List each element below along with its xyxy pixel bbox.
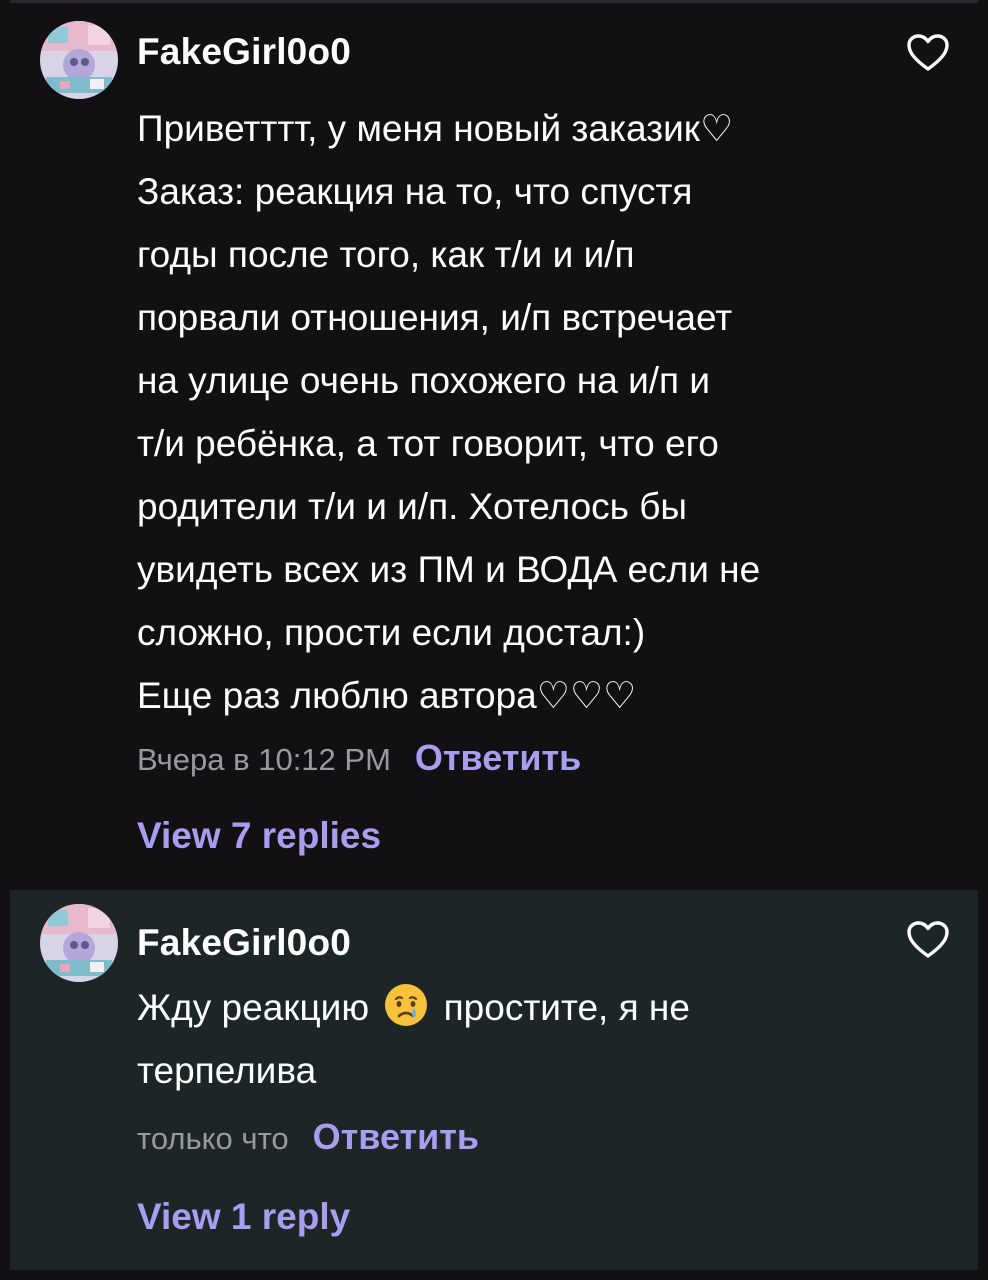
comment-line: увидеть всех из ПМ и ВОДА если не xyxy=(137,549,761,590)
comment-line: годы после того, как т/и и и/п xyxy=(137,234,635,275)
comment-meta: только что Ответить xyxy=(137,1116,479,1158)
comment-line: терпелива xyxy=(137,1050,317,1091)
comments-screen: FakeGirl0o0 Приветттт, у меня новый зака… xyxy=(0,0,988,1280)
comment-text: Жду реакцию простите, я не терпелива xyxy=(137,976,857,1102)
comment-line: Жду реакцию простите, я не xyxy=(137,976,857,1039)
comment-line: родители т/и и и/п. Хотелось бы xyxy=(137,486,688,527)
avatar[interactable] xyxy=(40,904,118,982)
comment-text-part: простите, я не xyxy=(443,987,690,1028)
avatar[interactable] xyxy=(40,21,118,99)
comment-text-part: Жду реакцию xyxy=(137,987,370,1028)
heart-icon[interactable] xyxy=(906,920,950,960)
view-replies-button[interactable]: View 7 replies xyxy=(137,815,381,857)
heart-icon[interactable] xyxy=(906,33,950,73)
comment-text: Приветттт, у меня новый заказик♡ Заказ: … xyxy=(137,97,857,727)
username[interactable]: FakeGirl0o0 xyxy=(137,30,351,74)
comment-item-highlighted: FakeGirl0o0 Жду реакцию простите, я не т… xyxy=(10,890,978,1270)
reply-button[interactable]: Ответить xyxy=(313,1116,479,1158)
comment-item: FakeGirl0o0 Приветттт, у меня новый зака… xyxy=(10,3,978,886)
comment-line: Приветттт, у меня новый заказик♡ xyxy=(137,108,734,149)
comment-line: Заказ: реакция на то, что спустя xyxy=(137,171,693,212)
timestamp: только что xyxy=(137,1121,289,1156)
view-replies-button[interactable]: View 1 reply xyxy=(137,1196,350,1238)
comment-line: сложно, прости если достал:) xyxy=(137,612,646,653)
username[interactable]: FakeGirl0o0 xyxy=(137,921,351,965)
comment-line: т/и ребёнка, а тот говорит, что его xyxy=(137,423,719,464)
comment-line: на улице очень похожего на и/п и xyxy=(137,360,711,401)
timestamp: Вчера в 10:12 PM xyxy=(137,742,391,777)
comment-meta: Вчера в 10:12 PM Ответить xyxy=(137,737,581,779)
comment-line: порвали отношения, и/п встречает xyxy=(137,297,733,338)
crying-face-emoji-icon xyxy=(383,982,429,1028)
reply-button[interactable]: Ответить xyxy=(415,737,581,779)
comment-line: Еще раз люблю автора♡♡♡ xyxy=(137,675,637,716)
